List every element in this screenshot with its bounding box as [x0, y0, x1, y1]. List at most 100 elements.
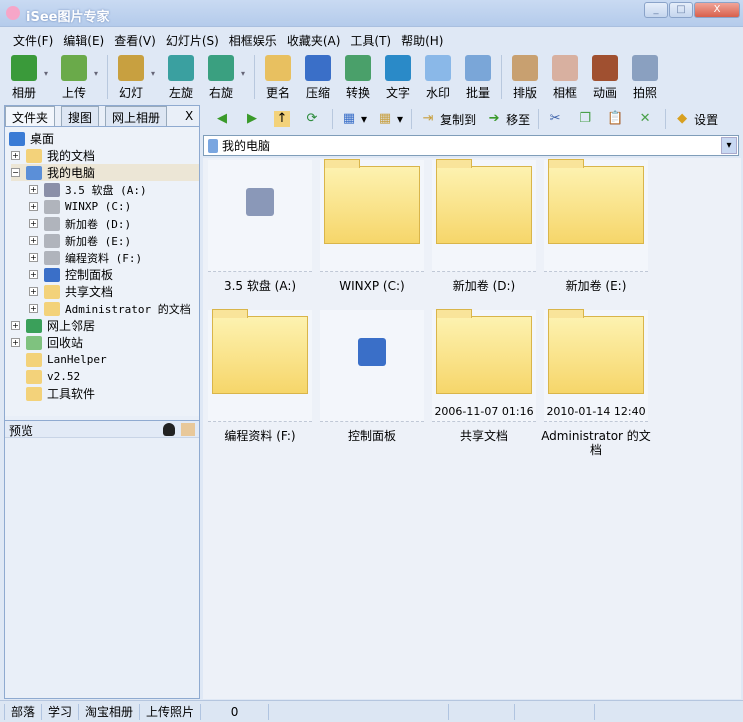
- expand-toggle[interactable]: +: [11, 338, 20, 347]
- menu-item-0[interactable]: 文件(F): [8, 28, 58, 50]
- expand-toggle[interactable]: +: [29, 287, 38, 296]
- expand-toggle[interactable]: +: [29, 270, 38, 279]
- forward-button[interactable]: ▶: [239, 111, 269, 127]
- expand-toggle[interactable]: +: [11, 321, 20, 330]
- toolbar-button-text[interactable]: 文字: [378, 51, 418, 103]
- menu-item-1[interactable]: 编辑(E): [58, 28, 109, 50]
- close-button[interactable]: X: [694, 2, 740, 18]
- sort-button[interactable]: ▦ ▾: [372, 111, 408, 127]
- refresh-button[interactable]: ⟳: [299, 111, 329, 127]
- tree-node[interactable]: + Administrator 的文档: [29, 300, 191, 317]
- menu-item-4[interactable]: 相框娱乐: [224, 28, 282, 50]
- tree-node[interactable]: + 共享文档: [29, 283, 113, 300]
- tree-node[interactable]: LanHelper: [11, 351, 107, 368]
- thumbnail-tile[interactable]: [320, 310, 424, 422]
- expand-toggle[interactable]: +: [29, 219, 38, 228]
- status-link-taobao-album[interactable]: 淘宝相册: [78, 703, 139, 720]
- menu-item-7[interactable]: 帮助(H): [396, 28, 448, 50]
- expand-toggle[interactable]: +: [29, 253, 38, 262]
- tree-node[interactable]: − 我的电脑: [11, 164, 199, 181]
- tree-node[interactable]: + 新加卷 (D:): [29, 215, 131, 232]
- chart-icon[interactable]: [181, 423, 195, 436]
- thumbnail-tile[interactable]: [544, 159, 648, 272]
- toolbar-button-rotate-left[interactable]: 左旋: [161, 51, 201, 103]
- expand-toggle[interactable]: +: [29, 185, 38, 194]
- tree-node[interactable]: + 控制面板: [29, 266, 113, 283]
- tree-node[interactable]: 桌面: [9, 130, 54, 147]
- status-link-upload-photos[interactable]: 上传照片: [139, 703, 200, 720]
- toolbar-button-batch[interactable]: 批量: [458, 51, 498, 103]
- tab-online-album[interactable]: 网上相册: [105, 106, 168, 126]
- expand-toggle[interactable]: +: [29, 236, 38, 245]
- address-dropdown-button[interactable]: ▾: [721, 137, 737, 154]
- toolbar-button-layout[interactable]: 排版: [505, 51, 545, 103]
- status-link-tribe[interactable]: 部落: [4, 703, 41, 720]
- tree-node[interactable]: + 编程资料 (F:): [29, 249, 142, 266]
- item-label[interactable]: WINXP (C:): [316, 279, 428, 293]
- expand-toggle[interactable]: −: [11, 168, 20, 177]
- thumbnail-tile[interactable]: 2010-01-14 12:40: [544, 309, 648, 422]
- tree-node[interactable]: + 网上邻居: [11, 317, 95, 334]
- menu-item-6[interactable]: 工具(T): [345, 28, 396, 50]
- dropdown-arrow-icon[interactable]: ▾: [94, 51, 104, 103]
- toolbar-button-compress[interactable]: 压缩: [298, 51, 338, 103]
- status-link-learn[interactable]: 学习: [41, 703, 78, 720]
- item-label[interactable]: 新加卷 (E:): [540, 279, 652, 293]
- address-bar[interactable]: 我的电脑 ▾: [203, 135, 739, 156]
- up-folder-button[interactable]: ↑: [269, 111, 299, 127]
- tree-node[interactable]: + WINXP (C:): [29, 198, 131, 215]
- qq-icon[interactable]: [163, 423, 175, 436]
- paste-button[interactable]: 📋: [602, 111, 632, 127]
- item-label[interactable]: 3.5 软盘 (A:): [204, 279, 316, 293]
- dropdown-arrow-icon[interactable]: ▾: [241, 51, 251, 103]
- expand-toggle[interactable]: +: [29, 202, 38, 211]
- toolbar-button-upload[interactable]: 上传: [54, 51, 94, 103]
- expand-toggle[interactable]: +: [11, 151, 20, 160]
- item-label[interactable]: 控制面板: [316, 429, 428, 443]
- folder-icon: [436, 309, 532, 394]
- toolbar-button-rotate-right[interactable]: 右旋: [201, 51, 241, 103]
- item-label[interactable]: 新加卷 (D:): [428, 279, 540, 293]
- tree-node[interactable]: 工具软件: [11, 385, 95, 402]
- settings-button[interactable]: ◆ 设置: [669, 111, 723, 128]
- item-label[interactable]: Administrator 的文档: [540, 429, 652, 457]
- tree-node[interactable]: + 新加卷 (E:): [29, 232, 131, 249]
- minimize-button[interactable]: _: [644, 2, 668, 18]
- copy-to-button[interactable]: ⇥ 复制到: [415, 111, 481, 128]
- back-button[interactable]: ◀: [209, 111, 239, 127]
- thumbnail-tile[interactable]: 2006-11-07 01:16: [432, 309, 536, 422]
- menu-item-5[interactable]: 收藏夹(A): [282, 28, 346, 50]
- move-to-button[interactable]: ➔ 移至: [481, 111, 535, 128]
- toolbar-button-webcam[interactable]: 拍照: [625, 51, 665, 103]
- tree-node[interactable]: + 我的文档: [11, 147, 95, 164]
- tab-search-image[interactable]: 搜图: [61, 106, 100, 126]
- tree-node[interactable]: +3.5 软盘 (A:): [29, 181, 147, 198]
- tree-node[interactable]: v2.52: [11, 368, 80, 385]
- toolbar-button-slideshow[interactable]: 幻灯: [111, 51, 151, 103]
- copy-button[interactable]: ❐: [572, 111, 602, 127]
- menu-item-3[interactable]: 幻灯片(S): [161, 28, 224, 50]
- thumbnail-tile[interactable]: [320, 159, 424, 272]
- dropdown-arrow-icon[interactable]: ▾: [151, 51, 161, 103]
- thumbnail-tile[interactable]: [208, 160, 312, 272]
- tree-node[interactable]: + 回收站: [11, 334, 83, 351]
- item-label[interactable]: 共享文档: [428, 429, 540, 443]
- close-panel-button[interactable]: X: [185, 109, 193, 123]
- toolbar-button-album[interactable]: 相册: [4, 51, 44, 103]
- toolbar-button-rename[interactable]: 更名: [258, 51, 298, 103]
- view-mode-button[interactable]: ▦ ▾: [336, 111, 372, 127]
- toolbar-button-frame[interactable]: 相框: [545, 51, 585, 103]
- toolbar-button-watermark[interactable]: 水印: [418, 51, 458, 103]
- item-label[interactable]: 编程资料 (F:): [204, 429, 316, 443]
- tab-folders[interactable]: 文件夹: [5, 106, 56, 126]
- thumbnail-tile[interactable]: [208, 309, 312, 422]
- thumbnail-tile[interactable]: [432, 159, 536, 272]
- toolbar-button-convert[interactable]: 转换: [338, 51, 378, 103]
- expand-toggle[interactable]: +: [29, 304, 38, 313]
- cut-button[interactable]: ✂: [542, 111, 572, 127]
- toolbar-button-animation[interactable]: 动画: [585, 51, 625, 103]
- maximize-button[interactable]: □: [669, 2, 693, 18]
- dropdown-arrow-icon[interactable]: ▾: [44, 51, 54, 103]
- delete-button[interactable]: ✕: [632, 111, 662, 127]
- menu-item-2[interactable]: 查看(V): [109, 28, 161, 50]
